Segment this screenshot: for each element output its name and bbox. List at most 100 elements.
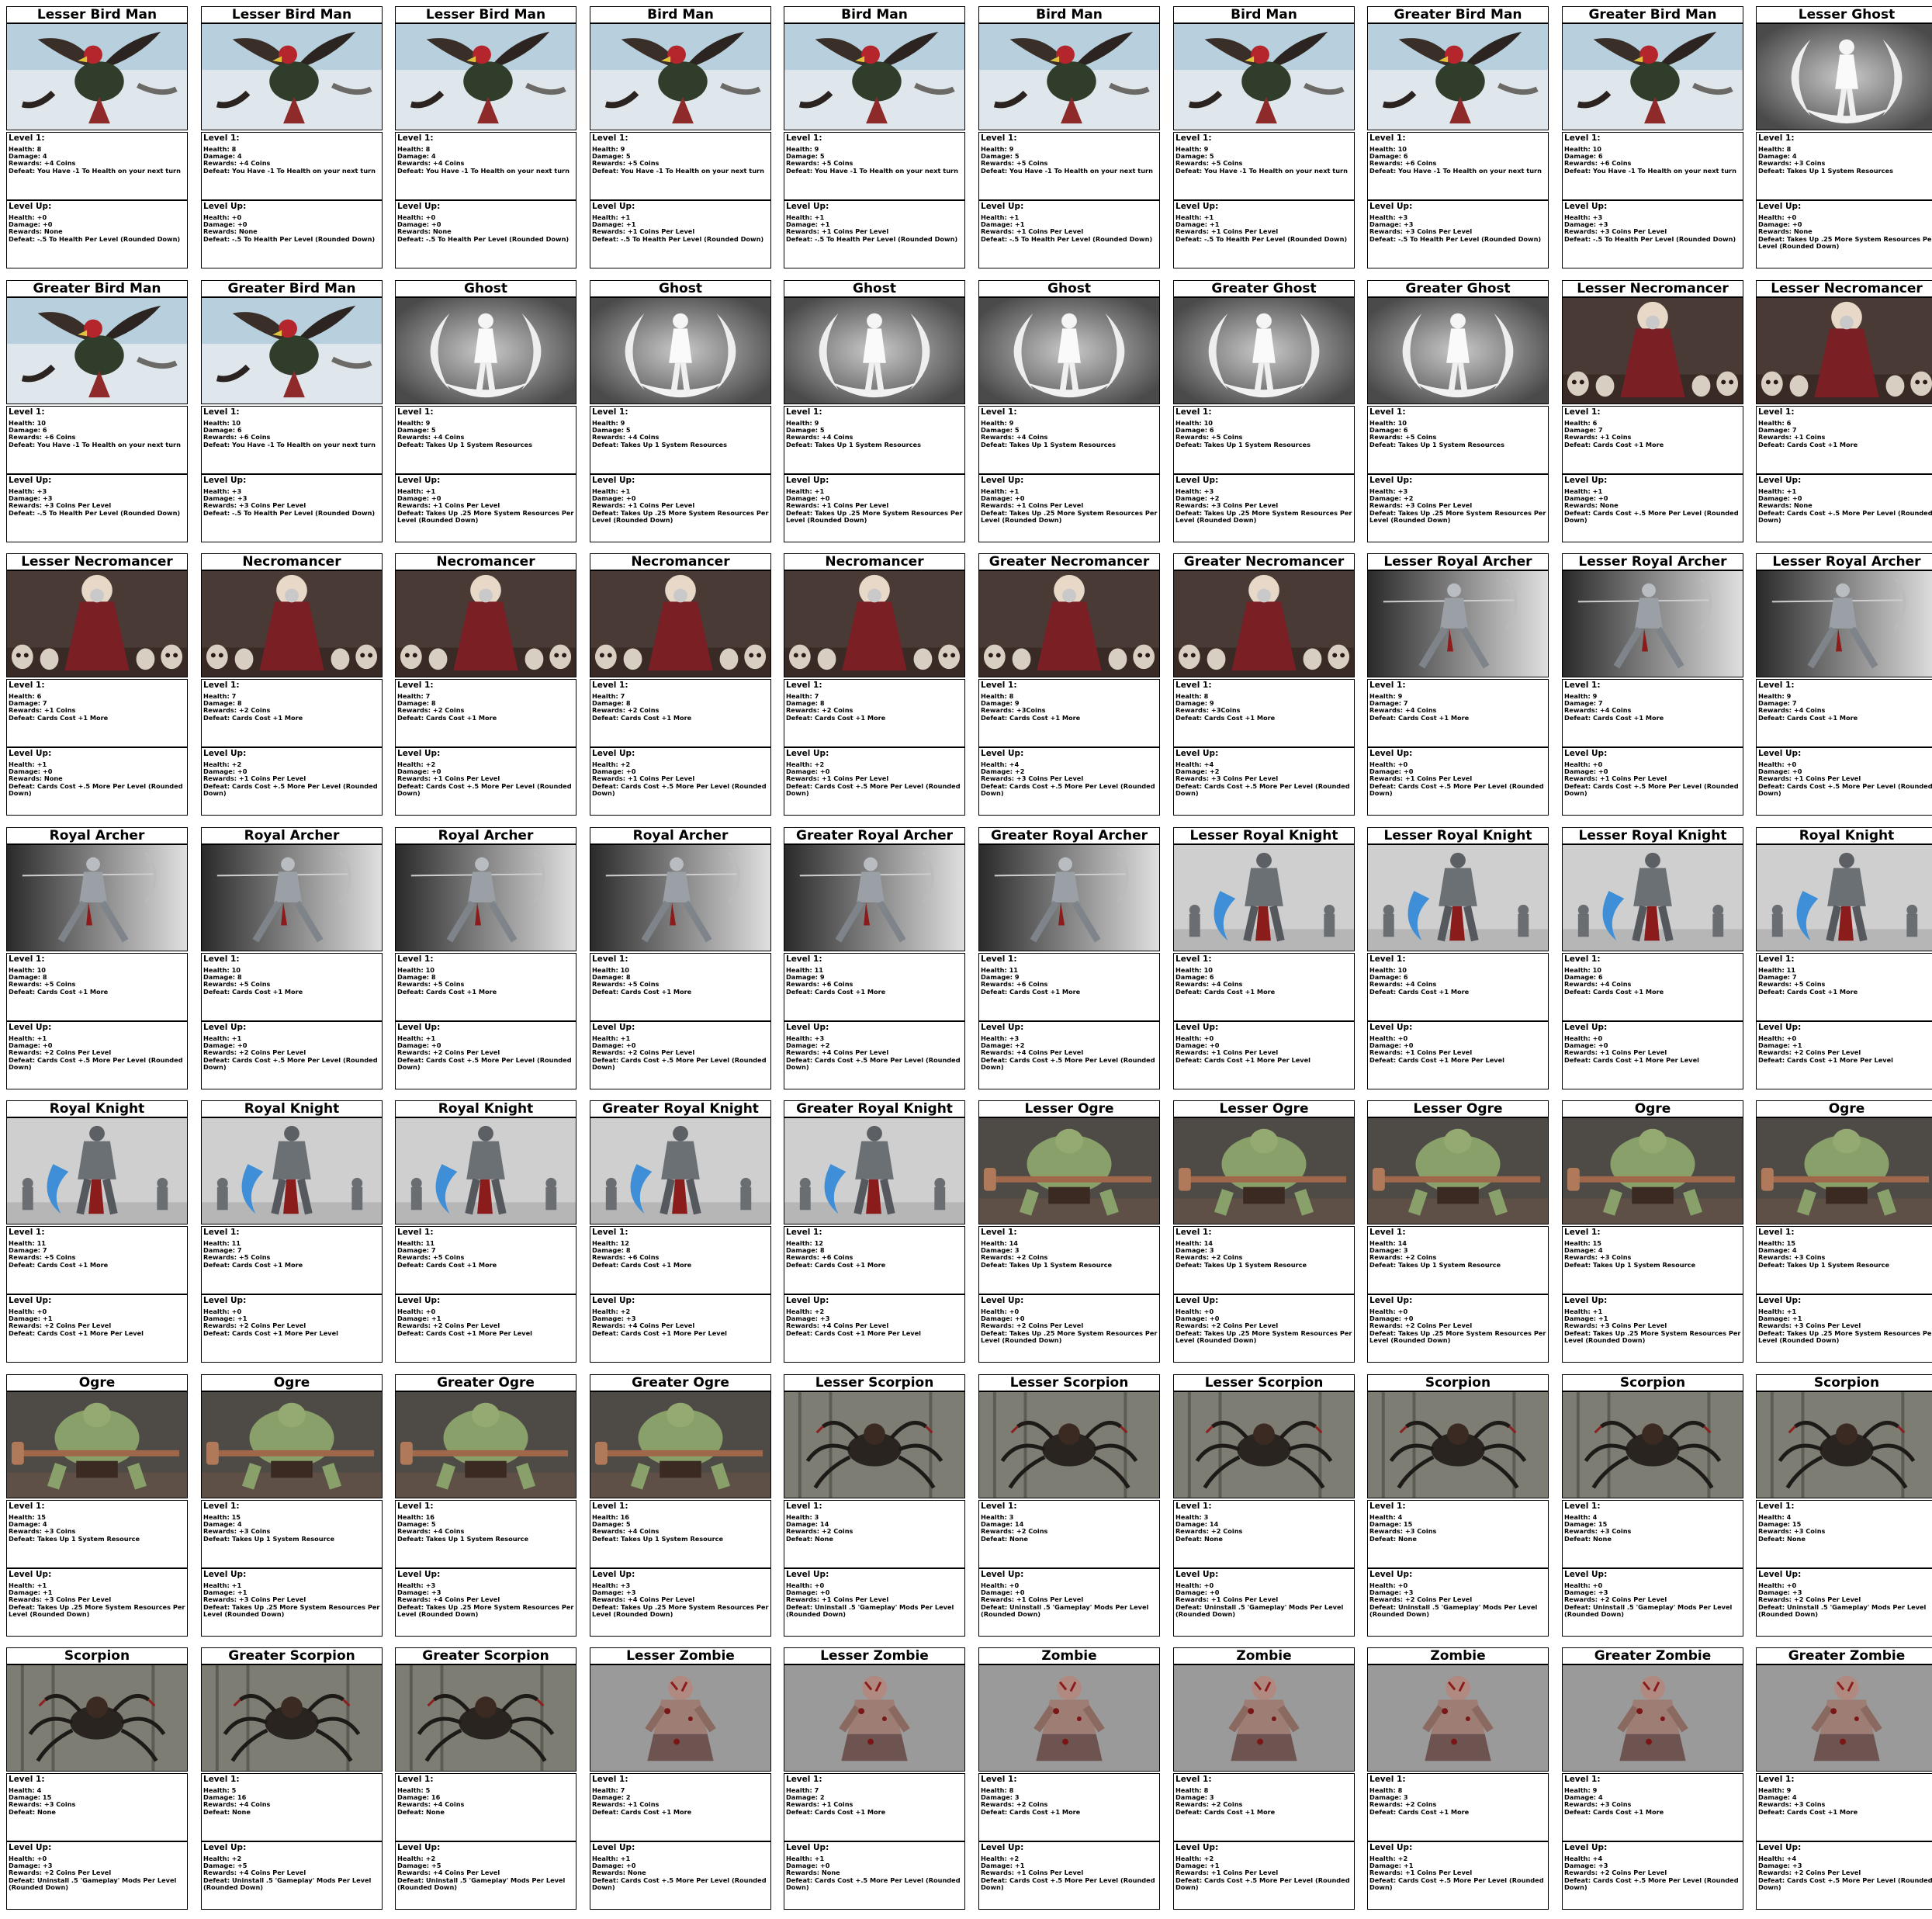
level1-heading: Level 1: — [397, 954, 434, 964]
defeat-stat: Defeat: Takes Up .25 More System Resourc… — [397, 508, 574, 524]
card-art — [784, 844, 965, 951]
card-art — [1756, 570, 1932, 677]
defeat-stat: Defeat: Cards Cost +1 More — [786, 1260, 886, 1269]
levelup-panel: Level Up: Health: +0 Damage: +0 Rewards:… — [1756, 747, 1932, 816]
defeat-stat: Defeat: Cards Cost +1 More — [203, 987, 303, 996]
levelup-heading: Level Up: — [1369, 1296, 1413, 1305]
card-art — [1756, 297, 1932, 404]
card-title: Lesser Royal Archer — [1756, 553, 1932, 570]
levelup-panel: Level Up: Health: +2 Damage: +3 Rewards:… — [784, 1294, 965, 1363]
levelup-panel: Level Up: Health: +0 Damage: +0 Rewards:… — [1367, 747, 1549, 816]
card-art — [201, 1664, 383, 1772]
levelup-panel: Level Up: Health: +1 Damage: +1 Rewards:… — [784, 200, 965, 268]
monster-card: Lesser Royal Archer Level 1: Health: 9 D… — [1367, 553, 1549, 825]
card-title: Royal Knight — [395, 1100, 576, 1117]
defeat-stat: Defeat: Cards Cost +1 More — [9, 1260, 109, 1269]
levelup-panel: Level Up: Health: +0 Damage: +1 Rewards:… — [6, 1294, 188, 1363]
defeat-stat: Defeat: Uninstall .5 'Gameplay' Mods Per… — [1369, 1602, 1538, 1618]
defeat-stat: Defeat: Cards Cost +.5 More Per Level (R… — [1758, 508, 1932, 524]
levelup-panel: Level Up: Health: +1 Damage: +0 Rewards:… — [395, 474, 576, 542]
defeat-stat: Defeat: Cards Cost +1 More Per Level — [397, 1328, 532, 1337]
level1-heading: Level 1: — [1175, 407, 1212, 417]
defeat-stat: Defeat: Cards Cost +1 More — [786, 1807, 886, 1816]
levelup-heading: Level Up: — [786, 1296, 829, 1305]
card-art — [590, 1117, 771, 1224]
defeat-stat: Defeat: Takes Up .25 More System Resourc… — [981, 1328, 1158, 1344]
levelup-heading: Level Up: — [203, 1296, 247, 1305]
level1-panel: Level 1: Health: 14 Damage: 3 Rewards: +… — [1173, 1226, 1355, 1294]
card-title: Lesser Necromancer — [1562, 280, 1743, 297]
defeat-stat: Defeat: Cards Cost +1 More Per Level — [1369, 1055, 1504, 1064]
monster-card: Bird Man Level 1: Health: 9 Damage: 5 Re… — [978, 6, 1160, 278]
level1-heading: Level 1: — [397, 407, 434, 417]
level1-heading: Level 1: — [397, 1502, 434, 1511]
card-title: Greater Royal Knight — [784, 1100, 965, 1117]
monster-card: Lesser Royal Knight Level 1: Health: 10 … — [1173, 827, 1355, 1099]
level1-panel: Level 1: Health: 4 Damage: 15 Rewards: +… — [1756, 1500, 1932, 1568]
monster-card: Royal Knight Level 1: Health: 11 Damage:… — [6, 1100, 188, 1372]
card-art — [978, 1391, 1160, 1498]
defeat-stat: Defeat: -.5 To Health Per Level (Rounded… — [1369, 234, 1542, 243]
level1-heading: Level 1: — [1758, 954, 1795, 964]
levelup-panel: Level Up: Health: +1 Damage: +1 Rewards:… — [978, 200, 1160, 268]
card-title: Greater Bird Man — [201, 280, 383, 297]
level1-heading: Level 1: — [1175, 1502, 1212, 1511]
levelup-heading: Level Up: — [1175, 1023, 1219, 1032]
defeat-stat: Defeat: Cards Cost +1 More — [1758, 987, 1858, 996]
defeat-stat: Defeat: Takes Up 1 System Resource — [1175, 1260, 1307, 1269]
card-art — [978, 297, 1160, 404]
levelup-panel: Level Up: Health: +0 Damage: +0 Rewards:… — [784, 1568, 965, 1637]
defeat-stat: Defeat: Cards Cost +.5 More Per Level (R… — [203, 781, 378, 797]
monster-card: Greater Royal Archer Level 1: Health: 11… — [784, 827, 965, 1099]
defeat-stat: Defeat: None — [1758, 1534, 1806, 1543]
defeat-stat: Defeat: Cards Cost +.5 More Per Level (R… — [786, 1055, 961, 1071]
levelup-heading: Level Up: — [9, 202, 52, 211]
levelup-heading: Level Up: — [397, 202, 441, 211]
level1-panel: Level 1: Health: 10 Damage: 6 Rewards: +… — [1173, 406, 1355, 474]
level1-panel: Level 1: Health: 9 Damage: 4 Rewards: +3… — [1756, 1773, 1932, 1841]
level1-panel: Level 1: Health: 15 Damage: 4 Rewards: +… — [1562, 1226, 1743, 1294]
card-art — [978, 23, 1160, 130]
card-title: Lesser Royal Knight — [1562, 827, 1743, 844]
card-title: Ghost — [395, 280, 576, 297]
monster-card: Lesser Zombie Level 1: Health: 7 Damage:… — [590, 1647, 771, 1919]
card-title: Bird Man — [978, 6, 1160, 23]
monster-card: Scorpion Level 1: Health: 4 Damage: 15 R… — [1367, 1374, 1549, 1646]
level1-panel: Level 1: Health: 7 Damage: 8 Rewards: +2… — [395, 679, 576, 747]
defeat-stat: Defeat: Takes Up .25 More System Resourc… — [9, 1602, 185, 1618]
defeat-stat: Defeat: None — [1369, 1534, 1417, 1543]
defeat-stat: Defeat: Cards Cost +1 More — [592, 713, 692, 722]
level1-heading: Level 1: — [397, 1775, 434, 1784]
card-title: Lesser Bird Man — [395, 6, 576, 23]
monster-card: Lesser Bird Man Level 1: Health: 8 Damag… — [395, 6, 576, 278]
card-art — [1367, 844, 1549, 951]
card-title: Lesser Royal Archer — [1367, 553, 1549, 570]
defeat-stat: Defeat: You Have -1 To Health on your ne… — [592, 166, 764, 175]
defeat-stat: Defeat: Takes Up .25 More System Resourc… — [786, 508, 963, 524]
level1-heading: Level 1: — [1175, 954, 1212, 964]
level1-heading: Level 1: — [1564, 133, 1601, 143]
card-art — [1562, 1117, 1743, 1224]
defeat-stat: Defeat: Uninstall .5 'Gameplay' Mods Per… — [1175, 1602, 1344, 1618]
levelup-heading: Level Up: — [592, 1843, 635, 1852]
monster-card: Lesser Ogre Level 1: Health: 14 Damage: … — [1173, 1100, 1355, 1372]
card-art — [1562, 1391, 1743, 1498]
defeat-stat: Defeat: You Have -1 To Health on your ne… — [786, 166, 958, 175]
card-title: Scorpion — [1367, 1374, 1549, 1391]
card-art — [201, 570, 383, 677]
defeat-stat: Defeat: None — [1175, 1534, 1223, 1543]
level1-panel: Level 1: Health: 11 Damage: 7 Rewards: +… — [1756, 953, 1932, 1021]
monster-card: Greater Scorpion Level 1: Health: 5 Dama… — [201, 1647, 383, 1919]
card-title: Ghost — [590, 280, 771, 297]
levelup-panel: Level Up: Health: +3 Damage: +3 Rewards:… — [590, 1568, 771, 1637]
card-art — [1173, 1664, 1355, 1772]
levelup-heading: Level Up: — [1175, 749, 1219, 758]
defeat-stat: Defeat: Cards Cost +1 More Per Level — [786, 1328, 921, 1337]
card-title: Ogre — [6, 1374, 188, 1391]
card-title: Bird Man — [1173, 6, 1355, 23]
levelup-heading: Level Up: — [1564, 1023, 1608, 1032]
monster-card: Royal Archer Level 1: Health: 10 Damage:… — [201, 827, 383, 1099]
defeat-stat: Defeat: Cards Cost +.5 More Per Level (R… — [1564, 781, 1739, 797]
defeat-stat: Defeat: Cards Cost +1 More — [1564, 440, 1664, 449]
defeat-stat: Defeat: -.5 To Health Per Level (Rounded… — [592, 234, 764, 243]
